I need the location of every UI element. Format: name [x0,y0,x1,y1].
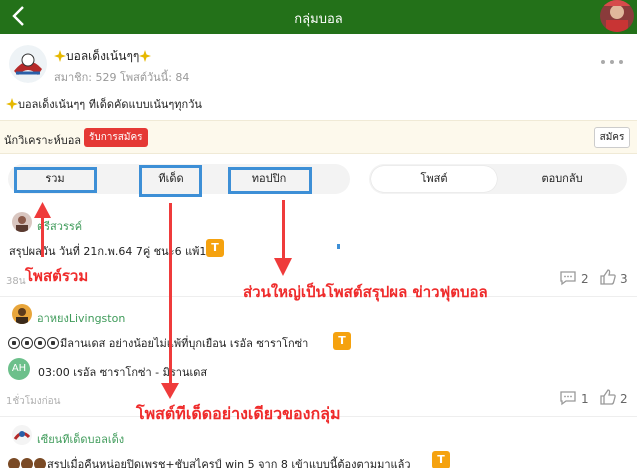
user-avatar[interactable] [600,0,634,32]
group-name: บอลเด็งเน้นๆๆ [54,47,152,66]
match-info[interactable]: 03:00 เรอัล ซาราโกซ่า - มิรานเดส [38,363,207,381]
sparkle-icon [139,50,152,62]
sort-posts-tab[interactable]: โพสต์ [371,166,497,192]
more-options-icon[interactable] [600,59,624,65]
comment-icon[interactable] [559,270,577,286]
marker-dot [337,244,340,249]
comment-count: 2 [581,272,589,286]
like-count: 3 [620,272,628,286]
sparkle-icon [6,98,18,110]
sort-tabs: โพสต์ ตอบกลับ [369,164,627,194]
arrow-up-icon [34,202,51,218]
analyst-recruit-bar: นักวิเคราะห์บอล รับการสมัคร สมัคร [0,120,637,154]
annotation-all-posts: โพสต์รวม [25,267,89,285]
post-body[interactable]: สรุปเมื่อคืนหน่อยปิดเพรช+ชับสไครป์ win 5… [8,455,411,468]
post-body-text: มีลานเดส อย่างน้อยไม่แพ้ที่บุกเยือน เรอั… [60,337,309,350]
highlight-box-topic [228,167,312,194]
annotation-tips-only: โพสต์ทีเด็ดอย่างเดียวของกลุ่ม [136,404,341,423]
top-bar: กลุ่มบอล [0,0,637,34]
post-time: 1ชั่วโมงก่อน [6,396,61,407]
football-icon [8,337,20,349]
annotation-arrow-line [282,200,285,260]
avatar[interactable] [12,425,32,445]
post-body-text: สรุปเมื่อคืนหน่อยปิดเพรช+ชับสไครป์ win 5… [47,458,411,468]
like-icon[interactable] [599,269,617,285]
post-body[interactable]: มีลานเดส อย่างน้อยไม่แพ้ที่บุกเยือน เรอั… [8,334,308,352]
bear-icon [21,458,33,468]
sort-replies-tab[interactable]: ตอบกลับ [499,166,625,192]
football-icon [47,337,59,349]
avatar[interactable] [12,304,32,324]
group-logo [8,45,48,83]
highlight-box-tips [139,165,202,197]
arrow-down-icon [274,258,292,276]
group-description-text: บอลเด็งเน้นๆๆ ทีเด็ดคัดแบบเน้นๆทุกวัน [18,98,202,111]
tip-badge: T [432,451,450,468]
bear-icon [34,458,46,468]
arrow-down-icon [161,383,179,399]
post-time: 38น [6,276,26,287]
football-icon [34,337,46,349]
handicap-tag: AH [8,358,30,380]
apply-button[interactable]: สมัคร [594,127,630,148]
highlight-box-all [14,167,97,193]
like-count: 2 [620,392,628,406]
analyst-label: นักวิเคราะห์บอล [4,134,82,147]
football-icon [21,337,33,349]
bear-icon [8,458,20,468]
post-author[interactable]: เซียนทีเด็ดบอลเด็ง [37,430,124,448]
group-stats: สมาชิก: 529 โพสต์วันนี้: 84 [54,71,190,84]
post-author[interactable]: อาหยงLivingston [37,309,125,327]
tip-badge: T [206,239,224,257]
sparkle-icon [54,50,66,62]
post-body[interactable]: สรุปผลวัน วันที่ 21ก.พ.64 7คู่ ชนะ6 แพ้1 [9,242,206,260]
annotation-arrow-line [169,203,172,387]
group-name-text: บอลเด็งเน้นๆๆ [66,49,140,63]
tip-badge: T [333,332,351,350]
group-description: บอลเด็งเน้นๆๆ ทีเด็ดคัดแบบเน้นๆทุกวัน [6,95,202,113]
avatar[interactable] [12,212,32,232]
recruiting-badge: รับการสมัคร [84,128,148,147]
comment-count: 1 [581,392,589,406]
annotation-mostly-summary: ส่วนใหญ่เป็นโพสต์สรุปผล ข่าวฟุตบอล [243,283,488,301]
like-icon[interactable] [599,389,617,405]
page-title: กลุ่มบอล [294,12,343,27]
comment-icon[interactable] [559,390,577,406]
